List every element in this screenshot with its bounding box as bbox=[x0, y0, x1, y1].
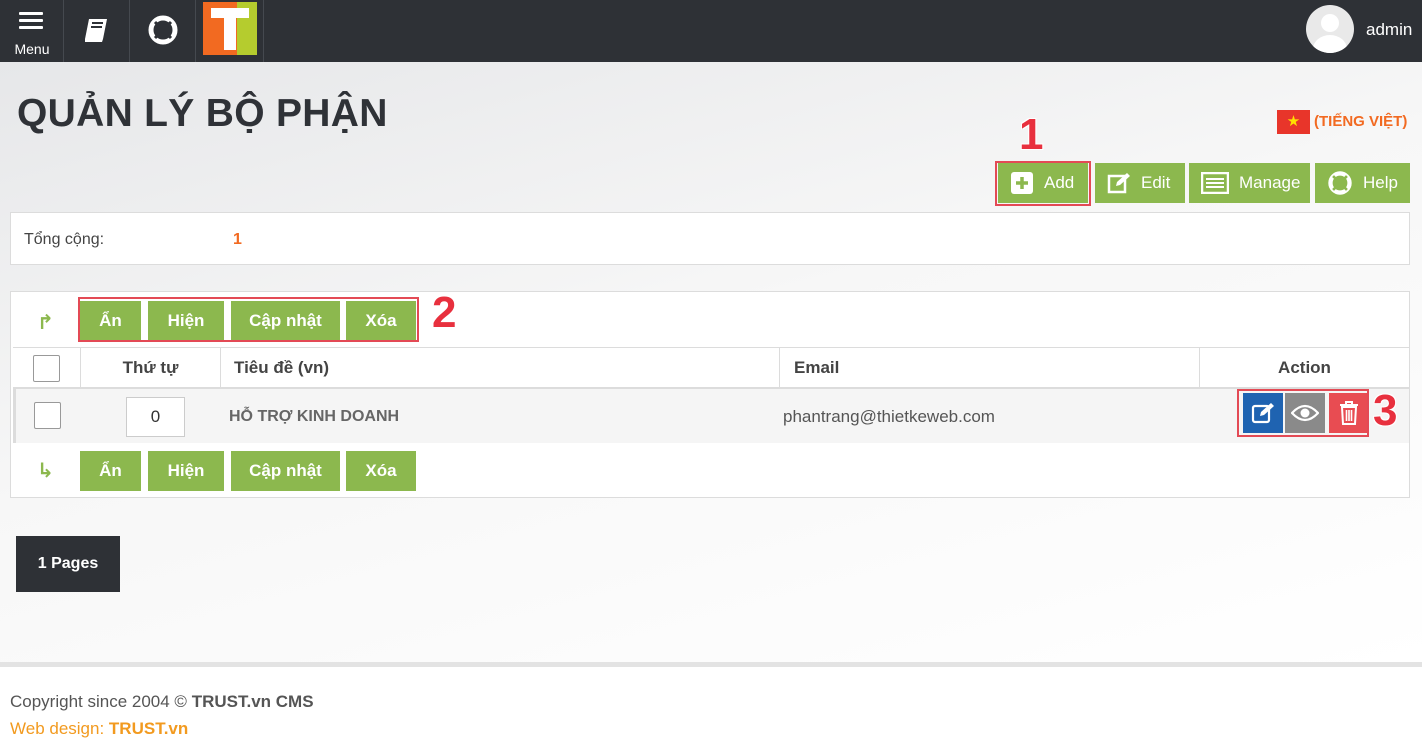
annotation-number-3: 3 bbox=[1373, 386, 1398, 435]
menu-button[interactable]: Menu bbox=[0, 0, 64, 62]
total-value: 1 bbox=[233, 231, 242, 248]
update-button-bottom[interactable]: Cập nhật bbox=[231, 451, 340, 491]
user-name: admin bbox=[1366, 20, 1413, 39]
vietnam-flag-icon[interactable]: ★ bbox=[1277, 110, 1310, 134]
show-button-bottom[interactable]: Hiện bbox=[148, 451, 224, 491]
table-header: Thứ tự Tiêu đề (vn) Email Action bbox=[13, 347, 1409, 389]
column-order[interactable]: Thứ tự bbox=[81, 348, 221, 388]
row-checkbox[interactable] bbox=[34, 402, 61, 429]
support-button[interactable] bbox=[130, 0, 196, 62]
user-avatar bbox=[1306, 5, 1354, 53]
arrow-up-right-icon: ↱ bbox=[37, 312, 54, 334]
footer-copyright: Copyright since 2004 © TRUST.vn CMS bbox=[10, 692, 314, 712]
row-email: phantrang@thietkeweb.com bbox=[783, 407, 995, 426]
column-title[interactable]: Tiêu đề (vn) bbox=[221, 348, 780, 388]
list-panel: ↱ Ẩn Hiện Cập nhật Xóa 2 Thứ tự Tiêu đề … bbox=[10, 288, 1410, 498]
annotation-box-3 bbox=[1237, 389, 1369, 437]
lifebuoy-icon bbox=[148, 15, 178, 45]
annotation-box-2 bbox=[78, 297, 419, 342]
delete-button-bottom[interactable]: Xóa bbox=[346, 451, 416, 491]
hide-button-bottom[interactable]: Ẩn bbox=[80, 451, 141, 491]
trust-logo bbox=[203, 2, 257, 55]
manage-label: Manage bbox=[1239, 173, 1301, 192]
help-button[interactable]: Help bbox=[1315, 163, 1410, 203]
column-email[interactable]: Email bbox=[780, 348, 1200, 388]
edit-icon bbox=[1107, 173, 1130, 194]
language-selector[interactable]: (TIẾNG VIỆT) bbox=[1314, 113, 1407, 130]
edit-label: Edit bbox=[1141, 173, 1171, 192]
table-row: 0 HỖ TRỢ KINH DOANH phantrang@thietkeweb… bbox=[13, 389, 1409, 443]
lifebuoy-icon bbox=[1328, 171, 1352, 195]
book-button[interactable] bbox=[64, 0, 130, 62]
help-label: Help bbox=[1363, 173, 1398, 192]
annotation-box-1 bbox=[995, 161, 1091, 206]
pagination-button[interactable]: 1 Pages bbox=[16, 536, 120, 592]
menu-label: Menu bbox=[14, 41, 50, 57]
select-all-checkbox[interactable] bbox=[33, 355, 60, 382]
book-icon bbox=[85, 19, 107, 42]
total-label: Tổng cộng: bbox=[24, 231, 105, 248]
summary-panel: Tổng cộng: 1 bbox=[10, 212, 1410, 265]
copyright-prefix: Copyright since 2004 © bbox=[10, 692, 192, 711]
row-title: HỖ TRỢ KINH DOANH bbox=[229, 408, 400, 425]
footer-divider bbox=[0, 662, 1422, 667]
edit-button[interactable]: Edit bbox=[1095, 163, 1185, 203]
top-bar: Menu admin bbox=[0, 0, 1422, 62]
annotation-number-1: 1 bbox=[1019, 110, 1044, 159]
user-menu[interactable]: admin bbox=[1292, 0, 1422, 62]
footer-design: Web design: TRUST.vn bbox=[10, 719, 188, 739]
copyright-brand: TRUST.vn CMS bbox=[191, 692, 314, 711]
menu-icon bbox=[19, 12, 43, 33]
annotation-number-2: 2 bbox=[432, 288, 457, 337]
page-title: QUẢN LÝ BỘ PHẬN bbox=[17, 92, 388, 135]
arrow-down-right-icon: ↳ bbox=[37, 460, 54, 482]
order-input[interactable]: 0 bbox=[126, 397, 185, 437]
list-icon bbox=[1201, 172, 1229, 194]
manage-button[interactable]: Manage bbox=[1189, 163, 1310, 203]
design-prefix: Web design: bbox=[10, 719, 109, 738]
content-area: QUẢN LÝ BỘ PHẬN ★ (TIẾNG VIỆT) 1 Add Edi… bbox=[0, 62, 1422, 662]
column-action: Action bbox=[1278, 358, 1331, 377]
design-brand-link[interactable]: TRUST.vn bbox=[109, 719, 188, 738]
select-all-cell bbox=[13, 348, 81, 388]
logo-link[interactable] bbox=[196, 0, 264, 62]
